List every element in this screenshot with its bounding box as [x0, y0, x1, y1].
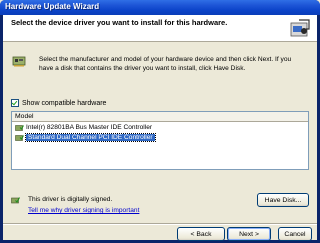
model-item-label: Intel(r) 82801BA Bus Master IDE Controll… — [26, 124, 153, 131]
back-button[interactable]: < Back — [177, 227, 225, 241]
list-item[interactable]: Intel(r) 82801BA Bus Master IDE Controll… — [12, 123, 308, 132]
driver-icon — [15, 124, 24, 131]
driver-icon — [15, 134, 24, 141]
hardware-card-icon — [12, 56, 26, 67]
title-bar[interactable]: Hardware Update Wizard — [0, 0, 320, 15]
wizard-hardware-icon — [290, 19, 310, 37]
wizard-client-area: Select the device driver you want to ins… — [3, 15, 317, 241]
divider — [3, 223, 317, 225]
model-column-header[interactable]: Model — [12, 112, 308, 122]
driver-signing-link[interactable]: Tell me why driver signing is important — [28, 207, 139, 214]
signature-status: This driver is digitally signed. — [28, 196, 113, 203]
have-disk-button[interactable]: Have Disk... — [257, 193, 309, 207]
wizard-window: Hardware Update Wizard Select the device… — [0, 0, 320, 243]
next-button[interactable]: Next > — [227, 227, 271, 241]
checkbox-label: Show compatible hardware — [22, 99, 107, 107]
show-compatible-hardware-checkbox[interactable]: Show compatible hardware — [11, 99, 106, 107]
checkbox-box[interactable] — [11, 99, 19, 107]
window-title: Hardware Update Wizard — [5, 2, 100, 11]
model-list[interactable]: Model Intel(r) 82801BA Bus Master IDE Co… — [11, 111, 309, 170]
cancel-button[interactable]: Cancel — [278, 227, 312, 241]
list-item[interactable]: Standard Dual Channel PCI IDE Controller — [12, 133, 308, 142]
instructions-text: Select the manufacturer and model of you… — [39, 56, 292, 72]
wizard-header: Select the device driver you want to ins… — [3, 15, 317, 42]
signed-driver-icon — [11, 197, 20, 204]
model-item-label: Standard Dual Channel PCI IDE Controller — [25, 133, 156, 142]
header-title: Select the device driver you want to ins… — [11, 18, 228, 27]
